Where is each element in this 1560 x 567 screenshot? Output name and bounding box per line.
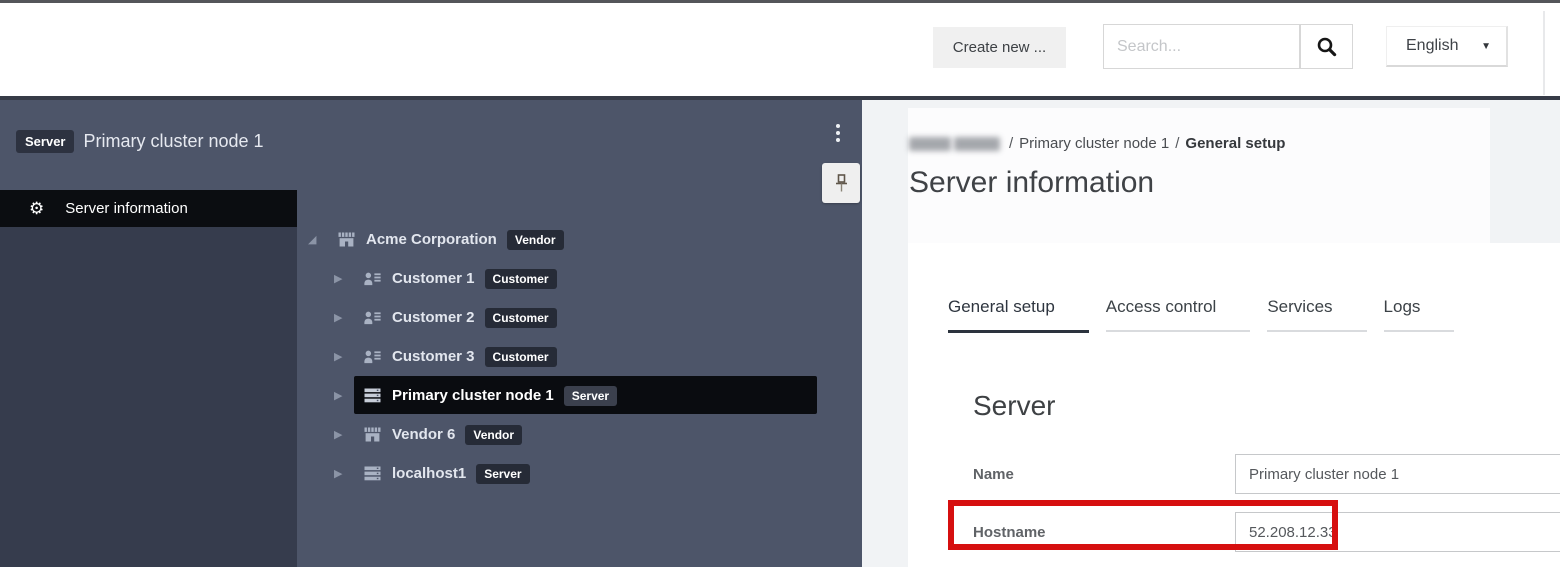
organization-tree-panel: ◢ Acme Corporation Vendor ▶ Customer 1 C… xyxy=(297,100,862,567)
breadcrumb: / Primary cluster node 1 / General setup xyxy=(909,135,1285,152)
node-type-badge: Customer xyxy=(485,269,557,289)
expand-arrow-icon[interactable]: ▶ xyxy=(334,311,348,324)
node-type-badge: Server xyxy=(476,464,529,484)
search-icon xyxy=(1316,36,1338,58)
chevron-down-icon: ▼ xyxy=(1481,41,1491,52)
pin-panel-button[interactable] xyxy=(822,163,860,203)
node-type-badge: Vendor xyxy=(507,230,564,250)
search-input[interactable] xyxy=(1103,24,1300,69)
tree-node-label: Acme Corporation xyxy=(366,231,497,248)
sidebar-item-label: Server information xyxy=(65,200,188,217)
tree-node-customer-1[interactable]: ▶ Customer 1 Customer xyxy=(297,259,862,298)
host-field-label: Hostname xyxy=(973,524,1046,541)
node-type-badge: Customer xyxy=(485,308,557,328)
language-dropdown[interactable]: English ▼ xyxy=(1386,26,1508,67)
expand-arrow-icon[interactable]: ▶ xyxy=(334,272,348,285)
breadcrumb-redacted-segment xyxy=(909,137,951,151)
tree-node-primary-cluster-node-1[interactable]: ▶ Primary cluster node 1 Server xyxy=(297,376,862,415)
tree-node-customer-2[interactable]: ▶ Customer 2 Customer xyxy=(297,298,862,337)
customer-icon xyxy=(364,272,381,286)
tree-node-label: Customer 1 xyxy=(392,270,475,287)
server-type-badge: Server xyxy=(16,130,74,153)
gear-icon: ⚙ xyxy=(29,200,44,217)
tree-node-label: Customer 3 xyxy=(392,348,475,365)
customer-icon xyxy=(364,311,381,325)
page-header: / Primary cluster node 1 / General setup Se… xyxy=(908,108,1490,244)
breadcrumb-separator: / xyxy=(1175,135,1179,152)
topbar: Create new ... English ▼ xyxy=(0,3,1560,96)
page-title: Server information xyxy=(909,166,1154,200)
server-icon xyxy=(364,388,381,403)
breadcrumb-separator: / xyxy=(1009,135,1013,152)
tree-menu-kebab-icon[interactable] xyxy=(831,124,845,142)
breadcrumb-segment[interactable]: General setup xyxy=(1185,135,1285,152)
tab-logs[interactable]: Logs xyxy=(1384,297,1455,332)
node-type-badge: Customer xyxy=(485,347,557,367)
tab-general-setup[interactable]: General setup xyxy=(948,297,1089,333)
tree-node-customer-3[interactable]: ▶ Customer 3 Customer xyxy=(297,337,862,376)
breadcrumb-segment[interactable]: Primary cluster node 1 xyxy=(1019,135,1169,152)
sidebar-lower-panel xyxy=(0,227,297,567)
expand-arrow-icon[interactable]: ▶ xyxy=(334,467,348,480)
section-title: Server xyxy=(973,390,1055,422)
topbar-divider xyxy=(1543,11,1545,95)
pin-icon xyxy=(834,174,849,193)
tree-node-acme-corporation[interactable]: ◢ Acme Corporation Vendor xyxy=(297,220,862,259)
language-label: English xyxy=(1387,37,1458,55)
expand-arrow-icon[interactable]: ▶ xyxy=(334,350,348,363)
tab-access-control[interactable]: Access control xyxy=(1106,297,1251,332)
expand-arrow-icon[interactable]: ▶ xyxy=(334,428,348,441)
tab-services[interactable]: Services xyxy=(1267,297,1366,332)
customer-icon xyxy=(364,350,381,364)
settings-card: General setupAccess controlServicesLogs … xyxy=(908,243,1560,567)
tab-bar: General setup Access control Services Logs xyxy=(948,297,1471,333)
tree-node-vendor-6[interactable]: ▶ Vendor 6 Vendor xyxy=(297,415,862,454)
sidebar-item-server-information[interactable]: ⚙ Server information xyxy=(0,190,297,227)
sidebar-title: Primary cluster node 1 xyxy=(83,131,263,152)
breadcrumb-redacted-segment xyxy=(954,137,1000,151)
search-button[interactable] xyxy=(1300,24,1353,69)
vendor-icon xyxy=(338,232,355,247)
node-type-badge: Server xyxy=(564,386,617,406)
node-type-badge: Vendor xyxy=(465,425,522,445)
host-input[interactable] xyxy=(1235,512,1560,552)
name-input[interactable] xyxy=(1235,454,1560,494)
tree-node-label: Primary cluster node 1 xyxy=(392,387,554,404)
tree-node-label: Customer 2 xyxy=(392,309,475,326)
tree-node-label: Vendor 6 xyxy=(392,426,455,443)
expand-arrow-icon[interactable]: ▶ xyxy=(334,389,348,402)
server-icon xyxy=(364,466,381,481)
content-pane: / Primary cluster node 1 / General setup Se… xyxy=(862,100,1560,567)
name-field-label: Name xyxy=(973,466,1014,483)
collapse-arrow-icon[interactable]: ◢ xyxy=(308,233,322,246)
tree-node-localhost1[interactable]: ▶ localhost1 Server xyxy=(297,454,862,493)
sidebar: Server Primary cluster node 1 ⚙ Server i… xyxy=(0,100,297,567)
sidebar-header: Server Primary cluster node 1 xyxy=(16,130,264,153)
vendor-icon xyxy=(364,427,381,442)
create-new-button[interactable]: Create new ... xyxy=(933,27,1066,68)
tree-node-label: localhost1 xyxy=(392,465,466,482)
